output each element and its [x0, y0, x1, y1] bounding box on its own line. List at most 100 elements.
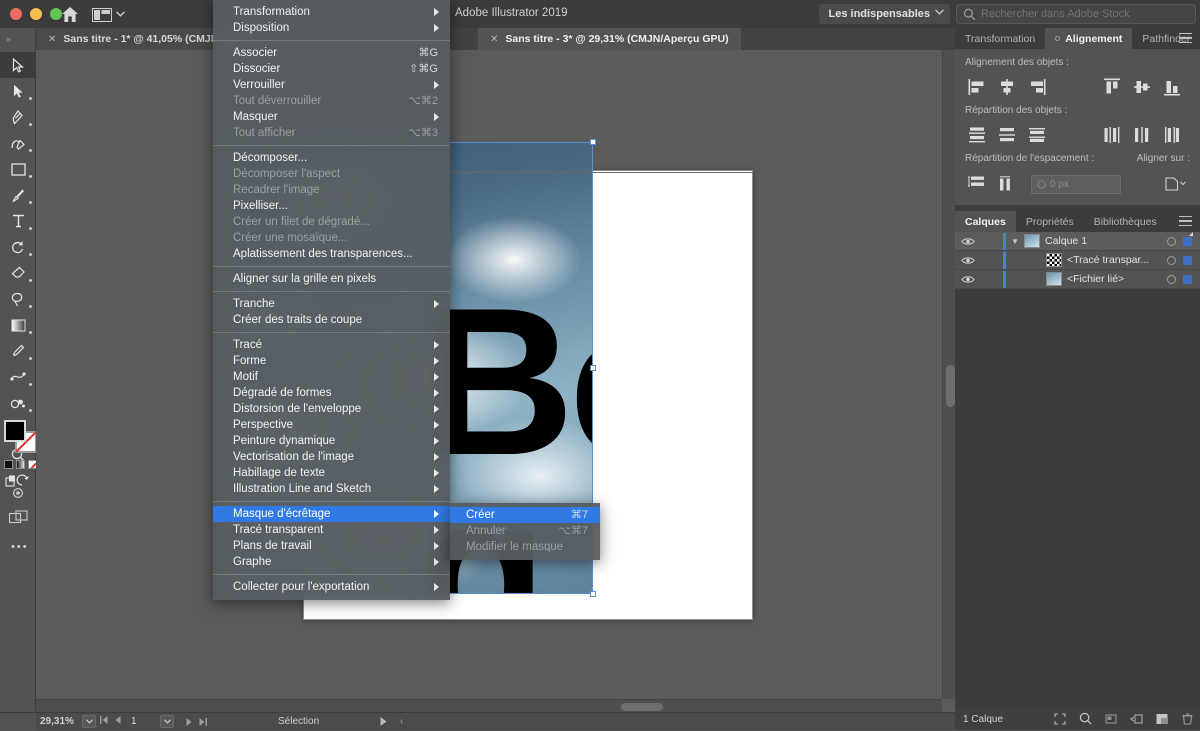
distribute-bottom-icon[interactable]	[1025, 124, 1049, 146]
align-middle-vertical-icon[interactable]	[1130, 76, 1154, 98]
table-row[interactable]: <Tracé transpar...	[955, 251, 1200, 270]
zoom-level-value[interactable]: 29,31%	[40, 716, 74, 727]
new-layer-icon[interactable]	[1156, 713, 1169, 725]
pen-tool[interactable]	[0, 104, 36, 130]
menu-item-decomposer[interactable]: Décomposer...	[213, 150, 450, 166]
tab-transformation[interactable]: Transformation	[955, 28, 1046, 49]
align-top-icon[interactable]	[1100, 76, 1124, 98]
new-sublayer-icon[interactable]	[1130, 713, 1143, 725]
blend-tool[interactable]	[0, 364, 36, 390]
symbol-sprayer-tool[interactable]	[0, 390, 36, 416]
menu-item-peinture-dynamique[interactable]: Peinture dynamique	[213, 433, 450, 449]
menu-item-masque-decretage[interactable]: Masque d'écrêtage	[213, 506, 450, 522]
eyedropper-tool[interactable]	[0, 338, 36, 364]
distribute-middle-icon[interactable]	[995, 124, 1019, 146]
close-tab-icon[interactable]: ✕	[490, 34, 498, 45]
create-sublayer-icon[interactable]	[1105, 713, 1117, 725]
menu-item-associer[interactable]: Associer ⌘G	[213, 45, 450, 61]
paintbrush-tool[interactable]	[0, 182, 36, 208]
workspace-chevron-down-icon[interactable]	[935, 9, 944, 15]
curvature-tool[interactable]	[0, 130, 36, 156]
distribute-top-icon[interactable]	[965, 124, 989, 146]
vertical-scrollbar[interactable]	[942, 50, 955, 699]
tab-bibliotheques[interactable]: Bibliothèques	[1083, 211, 1167, 232]
menu-item-masquer[interactable]: Masquer	[213, 109, 450, 125]
gradient-swatch-icon[interactable]	[16, 460, 25, 469]
artboard-dropdown-button[interactable]	[160, 715, 174, 728]
first-page-icon[interactable]	[100, 716, 108, 724]
menu-item-tranche[interactable]: Tranche	[213, 296, 450, 312]
status-resize-icon[interactable]: ‹	[400, 716, 403, 727]
edit-toolbar-icon[interactable]: •••	[11, 541, 29, 553]
layer-visibility-icon[interactable]	[955, 256, 981, 265]
align-left-icon[interactable]	[965, 76, 989, 98]
layer-selection-indicator[interactable]	[1183, 231, 1193, 246]
make-mask-icon[interactable]	[1079, 712, 1092, 725]
home-icon[interactable]	[61, 6, 79, 23]
fill-stroke-swatches[interactable]	[4, 420, 37, 454]
layer-target-icon[interactable]	[1167, 255, 1176, 265]
arrange-chevron-down-icon[interactable]	[116, 11, 125, 17]
layer-selection-indicator[interactable]	[1183, 274, 1192, 284]
menu-item-transformation[interactable]: Transformation	[213, 4, 450, 20]
canvas-area[interactable]: Be g	[36, 50, 955, 712]
drawing-modes-icon[interactable]	[11, 486, 27, 500]
menu-item-motif[interactable]: Motif	[213, 369, 450, 385]
menu-item-forme[interactable]: Forme	[213, 353, 450, 369]
layers-panel-menu-icon[interactable]	[1179, 216, 1192, 229]
space-vertical-icon[interactable]	[965, 173, 989, 195]
tab-calques[interactable]: Calques	[955, 211, 1016, 232]
workspace-switcher[interactable]: Les indispensables	[818, 4, 950, 24]
rotate-tool[interactable]	[0, 234, 36, 260]
menu-item-graphe[interactable]: Graphe	[213, 554, 450, 570]
document-tab-2[interactable]: ✕ Sans titre - 3* @ 29,31% (CMJN/Aperçu …	[478, 28, 741, 50]
layer-name[interactable]: <Tracé transpar...	[1067, 254, 1167, 266]
artboard-number[interactable]: 1	[131, 716, 137, 727]
align-right-icon[interactable]	[1025, 76, 1049, 98]
submenu-item-creer[interactable]: Créer ⌘7	[450, 507, 600, 523]
table-row[interactable]: <Fichier lié>	[955, 270, 1200, 289]
table-row[interactable]: ▼ Calque 1	[955, 231, 1200, 251]
eraser-tool[interactable]	[0, 260, 36, 286]
rectangle-tool[interactable]	[0, 156, 36, 182]
menu-item-traits-de-coupe[interactable]: Créer des traits de coupe	[213, 312, 450, 328]
prev-page-icon[interactable]	[115, 716, 121, 724]
horizontal-scrollbar[interactable]	[36, 699, 942, 712]
layer-target-icon[interactable]	[1167, 236, 1176, 246]
close-tab-icon[interactable]: ✕	[48, 34, 56, 45]
menu-item-aplatissement-transparences[interactable]: Aplatissement des transparences...	[213, 246, 450, 262]
screen-mode-icon[interactable]	[9, 510, 28, 524]
layer-name[interactable]: <Fichier lié>	[1067, 273, 1167, 285]
toolbar-collapse-handle[interactable]: »	[6, 34, 11, 44]
zoom-dropdown-button[interactable]	[82, 715, 96, 728]
last-page-icon[interactable]	[199, 718, 207, 726]
menu-item-collecter-exportation[interactable]: Collecter pour l'exportation	[213, 579, 450, 595]
gradient-tool[interactable]	[0, 312, 36, 338]
menu-item-dissocier[interactable]: Dissocier ⇧⌘G	[213, 61, 450, 77]
distribute-left-icon[interactable]	[1100, 124, 1124, 146]
layer-name[interactable]: Calque 1	[1045, 235, 1167, 247]
menu-item-illustration-line-sketch[interactable]: Illustration Line and Sketch	[213, 481, 450, 497]
lasso-tool[interactable]	[0, 286, 36, 312]
spacing-value-input[interactable]: 0 px	[1031, 174, 1121, 194]
menu-item-plans-de-travail[interactable]: Plans de travail	[213, 538, 450, 554]
tab-alignement[interactable]: Alignement	[1045, 28, 1133, 49]
distribute-right-icon[interactable]	[1160, 124, 1184, 146]
space-horizontal-icon[interactable]	[995, 173, 1019, 195]
menu-item-habillage-texte[interactable]: Habillage de texte	[213, 465, 450, 481]
next-page-icon[interactable]	[186, 718, 192, 726]
status-menu-icon[interactable]	[380, 717, 387, 726]
color-mode-swatches[interactable]	[4, 460, 37, 469]
minimize-window-button[interactable]	[30, 8, 42, 20]
selection-tool[interactable]	[0, 52, 36, 78]
artboard-navigation-next[interactable]	[186, 718, 207, 726]
vertical-scroll-thumb[interactable]	[946, 365, 955, 407]
menu-item-vectorisation-image[interactable]: Vectorisation de l'image	[213, 449, 450, 465]
menu-item-disposition[interactable]: Disposition	[213, 20, 450, 36]
close-window-button[interactable]	[10, 8, 22, 20]
layer-target-icon[interactable]	[1167, 274, 1176, 284]
chevron-down-icon[interactable]: ▼	[1006, 237, 1024, 246]
fill-swatch[interactable]	[4, 420, 26, 442]
artboard-navigation[interactable]	[100, 716, 121, 724]
menu-item-trace-transparent[interactable]: Tracé transparent	[213, 522, 450, 538]
